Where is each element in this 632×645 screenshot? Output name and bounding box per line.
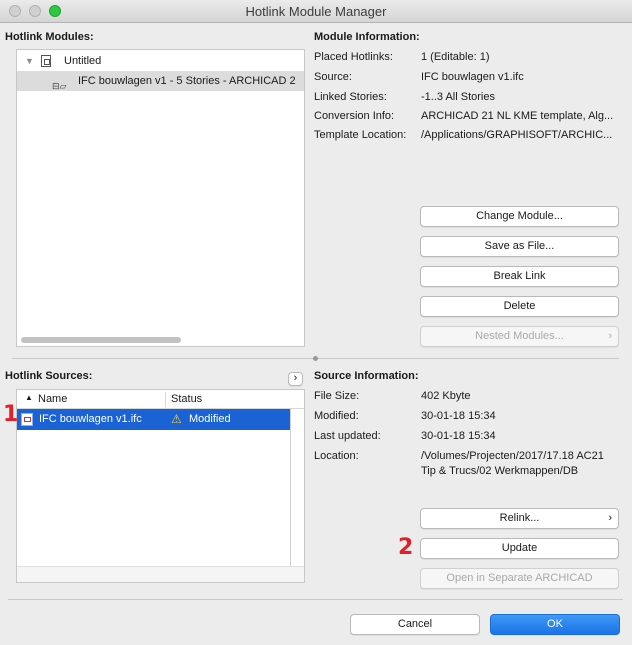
- nested-modules-label: Nested Modules...: [475, 330, 564, 342]
- template-location-value: /Applications/GRAPHISOFT/ARCHIC...: [421, 129, 613, 141]
- hotlink-modules-tree: ▼ Untitled ⊟▱ IFC bouwlagen v1 - 5 Stori…: [16, 49, 305, 347]
- scrollbar-track: [290, 409, 291, 566]
- template-location-label: Template Location:: [314, 129, 407, 141]
- source-information-title: Source Information:: [314, 370, 419, 382]
- ifc-mark-icon: [24, 417, 31, 422]
- tree-item-label: Untitled: [64, 55, 102, 67]
- disclosure-triangle-icon[interactable]: ▼: [25, 51, 34, 71]
- source-name: IFC bouwlagen v1.ifc: [39, 413, 142, 425]
- placed-hotlinks-value: 1 (Editable: 1): [421, 51, 490, 63]
- nested-modules-button[interactable]: Nested Modules... ›: [420, 326, 619, 347]
- relink-label: Relink...: [499, 512, 540, 524]
- modified-value: 30-01-18 15:34: [421, 410, 496, 422]
- column-divider[interactable]: [165, 392, 166, 407]
- ifc-file-icon: [21, 413, 33, 426]
- source-label: Source:: [314, 71, 352, 83]
- open-separate-archicad-button[interactable]: Open in Separate ARCHICAD: [420, 568, 619, 589]
- column-header-name[interactable]: Name: [38, 393, 67, 405]
- location-value-line2: Tip & Trucs/02 Werkmappen/DB: [421, 465, 579, 477]
- window-title: Hotlink Module Manager: [245, 4, 387, 19]
- warning-icon: ⚠: [171, 412, 182, 426]
- ok-button[interactable]: OK: [490, 614, 620, 635]
- cancel-button[interactable]: Cancel: [350, 614, 480, 635]
- document-icon: [41, 55, 51, 67]
- hotlink-modules-title: Hotlink Modules:: [5, 31, 94, 43]
- source-status: Modified: [189, 413, 231, 425]
- break-link-button[interactable]: Break Link: [420, 266, 619, 287]
- horizontal-scrollbar[interactable]: [17, 566, 304, 582]
- chevron-right-icon: ›: [608, 330, 612, 342]
- placed-hotlinks-label: Placed Hotlinks:: [314, 51, 393, 63]
- sort-ascending-icon: ▲: [25, 393, 33, 402]
- file-size-value: 402 Kbyte: [421, 390, 471, 402]
- hotlink-sources-list: ▲ Name Status IFC bouwlagen v1.ifc ⚠ Mod…: [16, 389, 305, 583]
- chevron-right-icon: ›: [608, 512, 612, 524]
- conversion-info-value: ARCHICAD 21 NL KME template, Alg...: [421, 110, 614, 122]
- save-as-file-button[interactable]: Save as File...: [420, 236, 619, 257]
- last-updated-label: Last updated:: [314, 430, 381, 442]
- horizontal-scrollbar[interactable]: [21, 337, 181, 343]
- hotlink-sources-title: Hotlink Sources:: [5, 370, 93, 382]
- conversion-info-label: Conversion Info:: [314, 110, 395, 122]
- update-button[interactable]: Update: [420, 538, 619, 559]
- footer-divider: [8, 599, 623, 600]
- location-value: /Volumes/Projecten/2017/17.18 AC21: [421, 450, 604, 462]
- expand-sources-button[interactable]: ›: [288, 372, 303, 386]
- location-label: Location:: [314, 450, 359, 462]
- tree-item-untitled[interactable]: ▼ Untitled: [17, 51, 304, 71]
- modified-label: Modified:: [314, 410, 359, 422]
- list-header: ▲ Name Status: [17, 390, 304, 409]
- source-value: IFC bouwlagen v1.ifc: [421, 71, 524, 83]
- table-row[interactable]: IFC bouwlagen v1.ifc ⚠ Modified: [17, 409, 290, 430]
- change-module-button[interactable]: Change Module...: [420, 206, 619, 227]
- relink-button[interactable]: Relink... ›: [420, 508, 619, 529]
- module-icon: ⊟▱: [52, 81, 67, 91]
- title-bar: Hotlink Module Manager: [0, 0, 632, 23]
- linked-stories-value: -1..3 All Stories: [421, 91, 495, 103]
- column-header-status[interactable]: Status: [171, 393, 202, 405]
- file-size-label: File Size:: [314, 390, 360, 402]
- delete-button[interactable]: Delete: [420, 296, 619, 317]
- module-information-title: Module Information:: [314, 31, 420, 43]
- chevron-right-icon: ›: [293, 372, 298, 384]
- last-updated-value: 30-01-18 15:34: [421, 430, 496, 442]
- linked-stories-label: Linked Stories:: [314, 91, 387, 103]
- annotation-number-2: 2: [398, 535, 414, 560]
- tree-item-label: IFC bouwlagen v1 - 5 Stories - ARCHICAD …: [78, 75, 296, 87]
- tree-item-module[interactable]: ⊟▱ IFC bouwlagen v1 - 5 Stories - ARCHIC…: [17, 71, 304, 91]
- annotation-number-1: 1: [3, 402, 19, 427]
- splitter-handle-icon[interactable]: [313, 356, 318, 361]
